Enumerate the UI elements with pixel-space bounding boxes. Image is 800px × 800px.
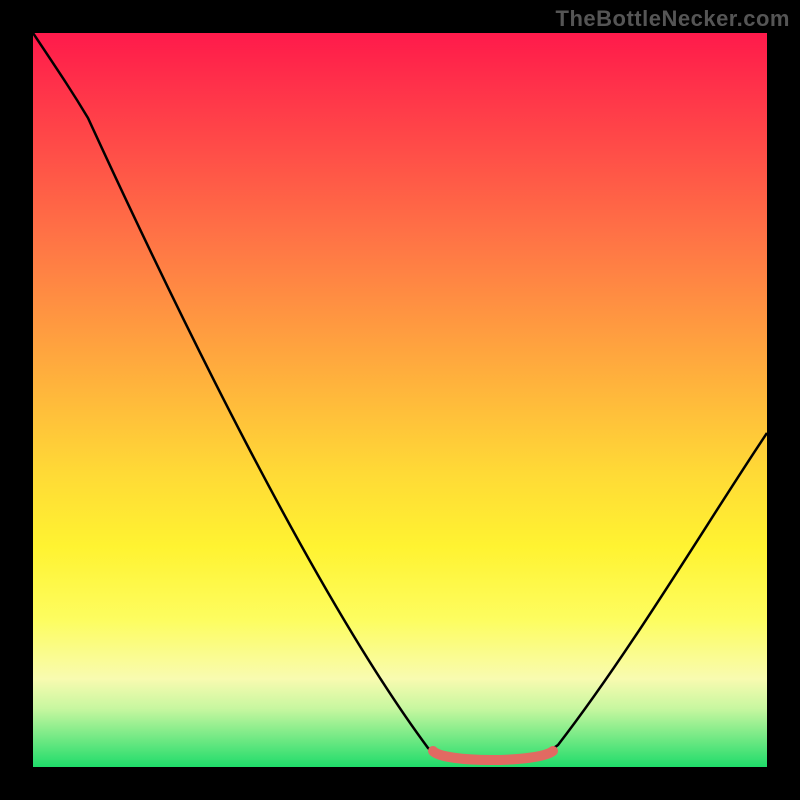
chart-curve: [33, 33, 767, 760]
watermark-text: TheBottleNecker.com: [556, 6, 790, 32]
chart-svg: [33, 33, 767, 767]
chart-plot-area: [33, 33, 767, 767]
chart-marker-region: [433, 751, 553, 760]
